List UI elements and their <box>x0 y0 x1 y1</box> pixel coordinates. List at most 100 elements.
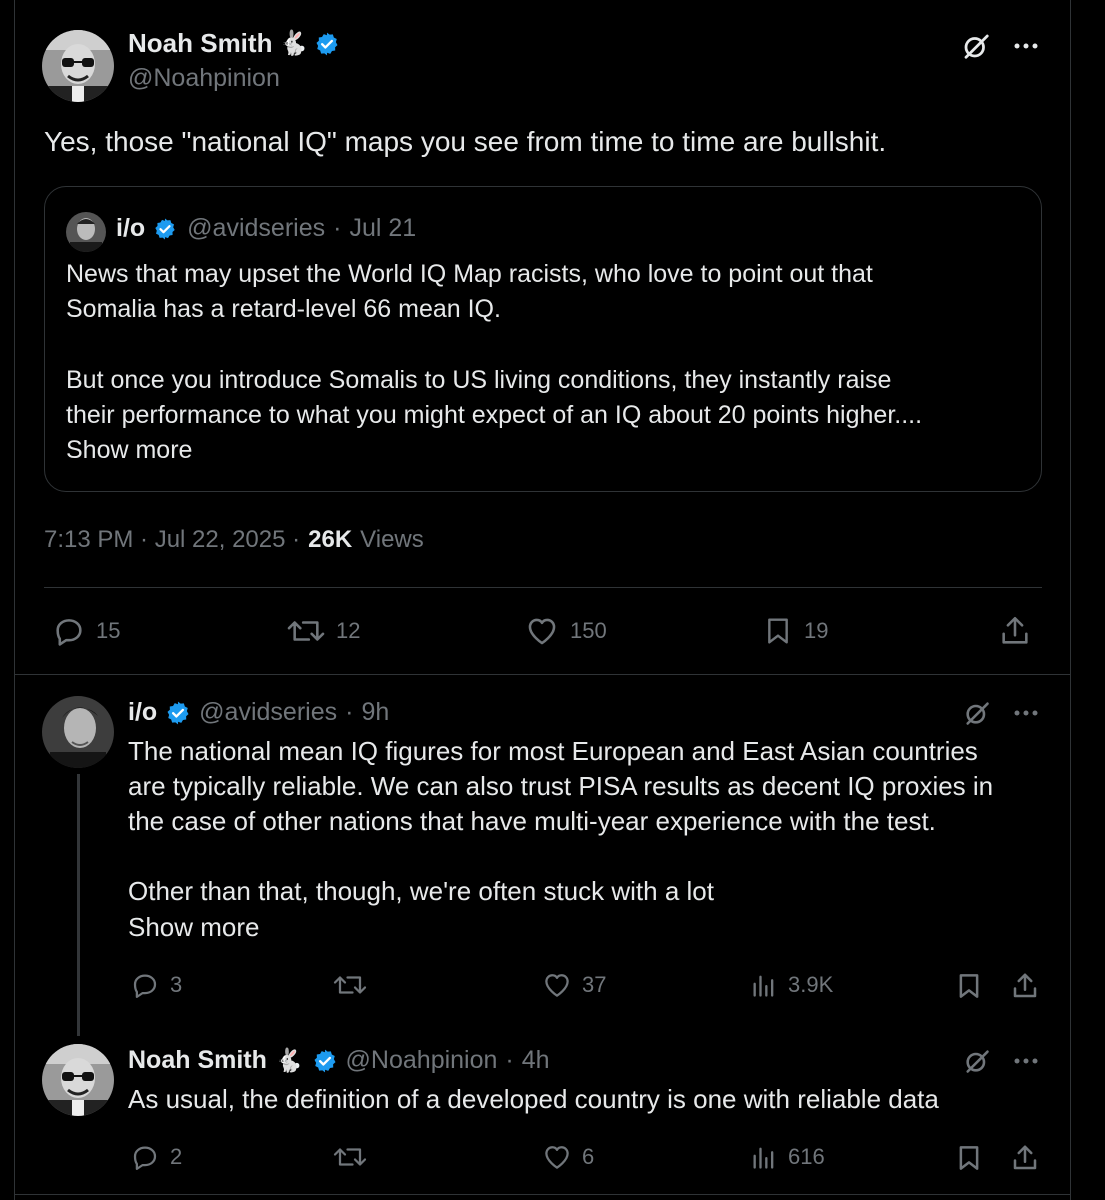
quote-text-line-4: their performance to what you might expe… <box>66 401 923 429</box>
divider <box>14 674 1071 675</box>
heart-icon <box>542 1142 572 1172</box>
reply-text-line-1: The national mean IQ figures for most Eu… <box>128 736 978 766</box>
share-button[interactable] <box>998 614 1032 648</box>
bookmark-button[interactable] <box>954 970 984 1002</box>
author-name[interactable]: Noah Smith <box>128 28 272 59</box>
reply-icon <box>130 1142 160 1172</box>
show-more-link[interactable]: Show more <box>128 910 260 945</box>
analytics-icon <box>750 1142 778 1172</box>
right-column-border <box>1070 0 1071 1200</box>
analytics-icon <box>750 970 778 1000</box>
views-label: Views <box>360 526 424 553</box>
verified-badge-icon <box>153 217 177 241</box>
views-button[interactable]: 3.9K <box>750 970 833 1000</box>
separator-dot: · <box>505 1046 514 1074</box>
heart-icon <box>542 970 572 1000</box>
avatar[interactable] <box>42 1044 114 1116</box>
avatar[interactable] <box>42 30 114 102</box>
quote-text-line-1: News that may upset the World IQ Map rac… <box>66 260 873 288</box>
reply-button[interactable]: 3 <box>130 970 182 1000</box>
bookmark-button[interactable]: 19 <box>762 614 828 648</box>
rabbit-emoji: 🐇 <box>274 1047 304 1073</box>
like-button[interactable]: 6 <box>542 1142 594 1172</box>
like-count: 37 <box>582 972 607 997</box>
bookmark-icon <box>954 970 984 1002</box>
repost-icon <box>332 1142 368 1172</box>
left-column-border <box>14 0 15 1200</box>
views-count: 3.9K <box>788 972 834 997</box>
more-options-icon[interactable] <box>1010 1046 1042 1076</box>
avatar[interactable] <box>42 696 114 768</box>
reply-text: As usual, the definition of a developed … <box>128 1084 939 1114</box>
author-name[interactable]: Noah Smith <box>128 1046 267 1075</box>
more-options-icon[interactable] <box>1010 30 1042 62</box>
timestamp[interactable]: 7:13 PM · Jul 22, 2025 · <box>44 526 300 554</box>
repost-icon <box>286 614 326 648</box>
quote-date: Jul 21 <box>349 214 417 242</box>
bookmark-icon <box>954 1142 984 1174</box>
repost-button[interactable] <box>332 970 368 1000</box>
like-button[interactable]: 37 <box>542 970 606 1000</box>
grok-icon[interactable] <box>960 30 992 62</box>
reply-count: 2 <box>170 1144 183 1169</box>
divider <box>14 1194 1071 1195</box>
repost-button[interactable] <box>332 1142 368 1172</box>
quote-author-name: i/o <box>116 214 146 242</box>
like-count: 6 <box>582 1144 595 1169</box>
views-count: 616 <box>788 1144 825 1169</box>
tweet-meta: 7:13 PM · Jul 22, 2025 · 26K Views <box>44 526 424 554</box>
divider <box>44 587 1042 588</box>
heart-icon <box>524 614 560 648</box>
thread-line <box>77 774 80 1036</box>
author-line: Noah Smith 🐇 <box>128 28 340 59</box>
quote-handle: @avidseries <box>187 214 326 242</box>
reply-button[interactable]: 15 <box>52 614 120 648</box>
views-count: 26K <box>308 526 353 553</box>
like-count: 150 <box>570 618 607 643</box>
author-line: Noah Smith 🐇 @Noahpinion · 4h <box>128 1046 550 1075</box>
author-line: i/o @avidseries · 9h <box>128 698 389 727</box>
author-name[interactable]: i/o <box>128 698 157 727</box>
reply-count: 15 <box>96 618 121 643</box>
author-handle[interactable]: @Noahpinion <box>346 1046 498 1075</box>
verified-badge-icon <box>314 31 340 57</box>
verified-badge-icon <box>312 1048 338 1074</box>
reply-time[interactable]: 9h <box>361 698 389 727</box>
author-handle[interactable]: @Noahpinion <box>128 64 280 93</box>
repost-count: 12 <box>336 618 361 643</box>
reply-icon <box>52 614 86 648</box>
quote-text-line-3: But once you introduce Somalis to US liv… <box>66 366 892 394</box>
share-button[interactable] <box>1010 1142 1040 1174</box>
views-button[interactable]: 616 <box>750 1142 825 1172</box>
bookmark-icon <box>762 614 794 648</box>
reply-text-line-4: Other than that, though, we're often stu… <box>128 876 714 906</box>
rabbit-emoji: 🐇 <box>278 30 309 57</box>
reply-icon <box>130 970 160 1000</box>
quote-show-more-link[interactable]: Show more <box>66 433 192 469</box>
grok-icon[interactable] <box>962 698 992 728</box>
reply-text-line-2: are typically reliable. We can also trus… <box>128 771 994 801</box>
reply-text-line-3: the case of other nations that have mult… <box>128 806 936 836</box>
quote-avatar[interactable] <box>66 212 106 252</box>
verified-badge-icon <box>165 700 191 726</box>
quote-author-line: i/o @avidseries · Jul 21 <box>116 214 416 243</box>
reply-time[interactable]: 4h <box>522 1046 550 1075</box>
repost-icon <box>332 970 368 1000</box>
grok-icon[interactable] <box>962 1046 992 1076</box>
bookmark-button[interactable] <box>954 1142 984 1174</box>
separator-dot: · <box>345 698 354 726</box>
share-button[interactable] <box>1010 970 1040 1002</box>
reply-count: 3 <box>170 972 183 997</box>
share-icon <box>998 614 1032 648</box>
like-button[interactable]: 150 <box>524 614 607 648</box>
repost-button[interactable]: 12 <box>286 614 360 648</box>
tweet-text: Yes, those "national IQ" maps you see fr… <box>44 126 887 157</box>
bookmark-count: 19 <box>804 618 829 643</box>
more-options-icon[interactable] <box>1010 698 1042 728</box>
share-icon <box>1010 970 1040 1002</box>
share-icon <box>1010 1142 1040 1174</box>
quote-text-line-2: Somalia has a retard-level 66 mean IQ. <box>66 295 501 323</box>
author-handle[interactable]: @avidseries <box>199 698 337 727</box>
reply-button[interactable]: 2 <box>130 1142 182 1172</box>
separator-dot: · <box>333 214 342 242</box>
